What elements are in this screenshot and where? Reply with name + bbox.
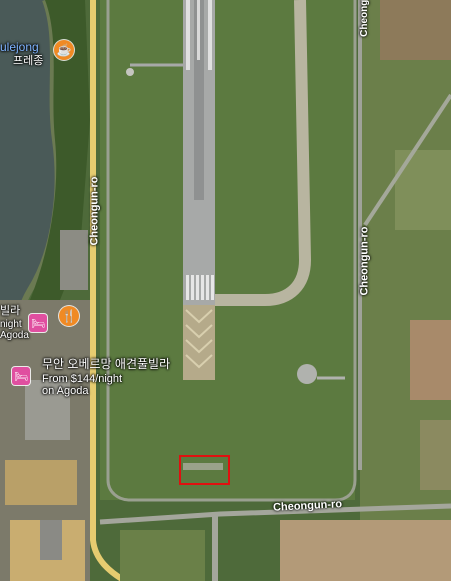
coffee-cup-icon[interactable]: ☕ xyxy=(54,40,74,60)
road-label-right-top: Cheongun-ro xyxy=(358,0,370,37)
villa-name[interactable]: 무안 오베르망 애견풀빌라 xyxy=(42,358,170,370)
highlight-box xyxy=(179,455,230,485)
bed-icon[interactable]: 🛏 xyxy=(12,367,30,385)
cafe-name-ko: 프레종 xyxy=(13,55,44,67)
bed-icon[interactable]: 🛏 xyxy=(29,314,47,332)
fork-knife-icon[interactable]: 🍴 xyxy=(59,306,79,326)
road-label-left: Cheongun-ro xyxy=(88,176,101,246)
villa-cut-name[interactable]: 빌라 xyxy=(0,305,20,317)
cafe-name[interactable]: ulejong xyxy=(0,41,39,53)
villa-source: on Agoda xyxy=(42,385,89,397)
road-label-right-mid: Cheongun-ro xyxy=(358,226,371,296)
villa-cut-line2: Agoda xyxy=(0,330,29,341)
satellite-map[interactable] xyxy=(0,0,451,581)
radar-circle xyxy=(297,364,317,384)
villa-price: From $144/night xyxy=(42,373,123,385)
